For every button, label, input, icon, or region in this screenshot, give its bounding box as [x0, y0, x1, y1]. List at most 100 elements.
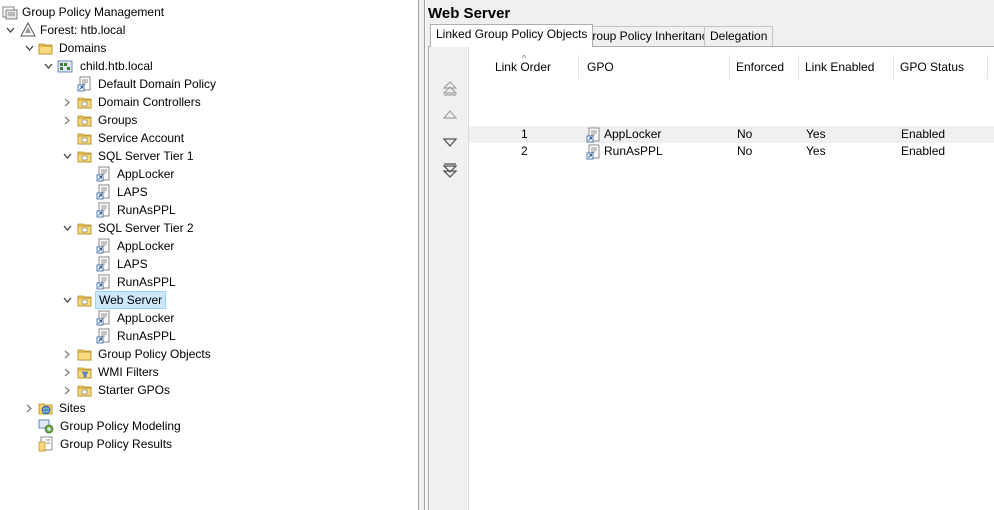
column-header-gpo-status[interactable]: GPO Status — [894, 55, 988, 79]
cell-link-order: 2 — [521, 144, 528, 158]
tree-item-gpo-link[interactable]: LAPS — [96, 183, 151, 201]
move-bottom-icon[interactable] — [441, 162, 459, 180]
column-header-wmi-filter[interactable]: V — [988, 55, 994, 79]
tree-item-group-policy-objects[interactable]: Group Policy Objects — [61, 345, 214, 363]
tree-item-gpo-link[interactable]: RunAsPPL — [96, 201, 179, 219]
ou-folder-icon — [77, 130, 93, 146]
tree-item-label: Group Policy Objects — [98, 347, 211, 361]
tree-item-modeling[interactable]: Group Policy Modeling — [38, 417, 184, 435]
tree-item-sql-tier-1[interactable]: SQL Server Tier 1 — [61, 147, 197, 165]
details-pane: Web Server Linked Group Policy Objects G… — [426, 0, 994, 510]
tree-item-domain[interactable]: child.htb.local — [42, 57, 156, 75]
sort-ascending-icon: ^ — [522, 55, 527, 63]
column-header-enforced[interactable]: Enforced — [730, 55, 799, 79]
chevron-down-icon[interactable] — [61, 291, 73, 309]
tree-item-results[interactable]: Group Policy Results — [38, 435, 175, 453]
tree-item-label: SQL Server Tier 1 — [98, 149, 194, 163]
gpo-link-icon — [96, 310, 112, 326]
column-header-link-enabled[interactable]: Link Enabled — [799, 55, 894, 79]
tree-item-label: Domain Controllers — [98, 95, 201, 109]
gpo-link-icon — [96, 202, 112, 218]
gpo-folder-icon — [77, 346, 93, 362]
tree-item-root[interactable]: Group Policy Management — [2, 3, 167, 21]
cell-gpo-status: Enabled — [901, 144, 946, 158]
ou-folder-icon — [77, 148, 93, 164]
ou-folder-icon — [77, 112, 93, 128]
tree-item-label: AppLocker — [117, 167, 175, 181]
tree-item-default-domain-policy[interactable]: Default Domain Policy — [77, 75, 219, 93]
tree-item-wmi-filters[interactable]: WMI Filters — [61, 363, 162, 381]
column-header-gpo[interactable]: GPO — [579, 55, 730, 79]
chevron-right-icon[interactable] — [61, 363, 73, 381]
chevron-down-icon[interactable] — [42, 57, 54, 75]
tree-item-web-server[interactable]: Web Server — [61, 291, 167, 309]
move-top-icon[interactable] — [441, 79, 459, 97]
tree-item-starter-gpos[interactable]: Starter GPOs — [61, 381, 173, 399]
chevron-right-icon[interactable] — [61, 93, 73, 111]
tree-item-label: SQL Server Tier 2 — [98, 221, 194, 235]
gpo-link-icon — [586, 143, 602, 160]
gpo-link-icon — [586, 126, 602, 143]
tree-item-forest[interactable]: Forest: htb.local — [4, 21, 128, 39]
console-tree: Group Policy Management Forest: htb.loca… — [0, 0, 419, 510]
tree-item-label: WMI Filters — [98, 365, 159, 379]
chevron-down-icon[interactable] — [4, 21, 16, 39]
ou-folder-icon — [77, 292, 93, 308]
tree-item-groups[interactable]: Groups — [61, 111, 140, 129]
cell-link-enabled: Yes — [806, 144, 826, 158]
gpo-link-icon — [96, 328, 112, 344]
tree-item-label: Default Domain Policy — [98, 77, 217, 91]
tree-item-label: LAPS — [117, 257, 148, 271]
tree-item-label: Sites — [59, 401, 86, 415]
sites-icon — [38, 400, 54, 416]
tree-item-label: AppLocker — [117, 311, 175, 325]
tree-item-service-account[interactable]: Service Account — [77, 129, 187, 147]
cell-enforced: No — [737, 127, 753, 141]
table-row[interactable]: 1 AppLocker No Yes Enabled — [469, 126, 994, 143]
tree-item-label: Group Policy Modeling — [60, 419, 181, 433]
tree-item-label: LAPS — [117, 185, 148, 199]
tree-item-domain-controllers[interactable]: Domain Controllers — [61, 93, 204, 111]
tree-item-label: Service Account — [98, 131, 185, 145]
tree-item-gpo-link[interactable]: AppLocker — [96, 309, 177, 327]
modeling-icon — [38, 418, 54, 434]
tab-inheritance[interactable]: Group Policy Inheritance — [577, 26, 721, 46]
tab-linked-gpos[interactable]: Linked Group Policy Objects — [430, 24, 594, 47]
gpo-link-icon — [96, 256, 112, 272]
move-up-icon[interactable] — [441, 107, 459, 125]
move-down-icon[interactable] — [441, 134, 459, 152]
chevron-right-icon[interactable] — [61, 345, 73, 363]
tree-item-gpo-link[interactable]: LAPS — [96, 255, 151, 273]
chevron-down-icon[interactable] — [23, 39, 35, 57]
tree-item-gpo-link[interactable]: RunAsPPL — [96, 327, 179, 345]
gpo-link-icon — [96, 274, 112, 290]
tree-item-label: AppLocker — [117, 239, 175, 253]
tree-item-gpo-link[interactable]: AppLocker — [96, 237, 177, 255]
tree-item-label: Group Policy Results — [60, 437, 173, 451]
tree-item-sql-tier-2[interactable]: SQL Server Tier 2 — [61, 219, 197, 237]
chevron-down-icon[interactable] — [61, 147, 73, 165]
column-header-link-order[interactable]: ^ Link Order — [469, 55, 579, 79]
tree-item-label: Group Policy Management — [22, 5, 165, 19]
cell-enforced: No — [737, 144, 753, 158]
gpo-link-icon — [77, 76, 93, 92]
cell-link-order: 1 — [521, 127, 528, 141]
tree-item-gpo-link[interactable]: RunAsPPL — [96, 273, 179, 291]
tab-panel: ^ Link Order GPO Enforced Link Enabled G… — [428, 46, 994, 510]
tree-item-sites[interactable]: Sites — [23, 399, 89, 417]
chevron-down-icon[interactable] — [61, 219, 73, 237]
table-row[interactable]: 2 RunAsPPL No Yes Enabled — [469, 143, 994, 160]
tab-delegation[interactable]: Delegation — [704, 26, 774, 46]
chevron-right-icon[interactable] — [61, 381, 73, 399]
forest-icon — [20, 22, 36, 38]
tree-item-domains[interactable]: Domains — [23, 39, 109, 57]
tree-item-label: RunAsPPL — [117, 275, 176, 289]
pane-splitter[interactable] — [419, 0, 425, 510]
tree-item-label: child.htb.local — [80, 59, 153, 73]
chevron-right-icon[interactable] — [23, 399, 35, 417]
tree-item-label: RunAsPPL — [117, 329, 176, 343]
domains-folder-icon — [38, 40, 54, 56]
tree-item-gpo-link[interactable]: AppLocker — [96, 165, 177, 183]
tree-item-label: Starter GPOs — [98, 383, 171, 397]
chevron-right-icon[interactable] — [61, 111, 73, 129]
